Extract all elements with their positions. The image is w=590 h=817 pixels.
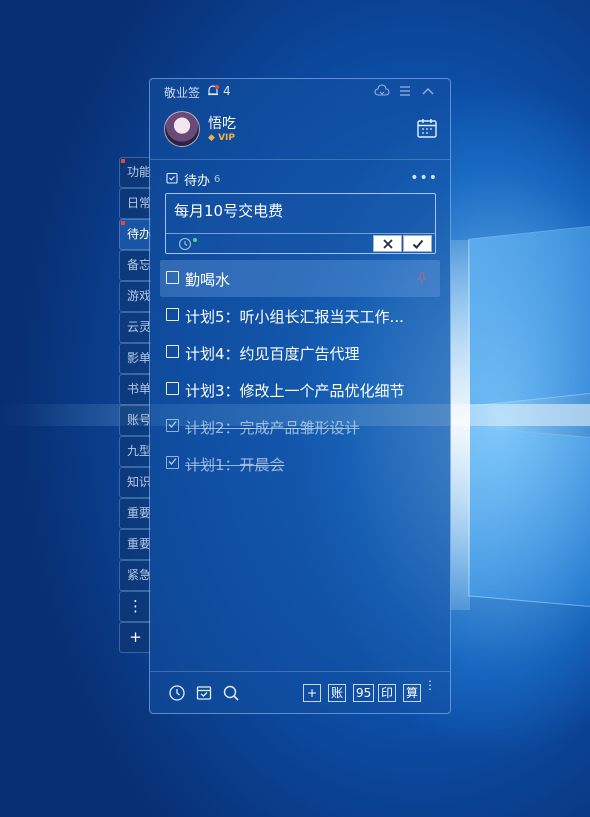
todo-item[interactable]: 计划1：开晨会 — [160, 445, 440, 482]
pin-icon[interactable] — [416, 272, 428, 284]
category-tab[interactable]: 书单 — [119, 374, 151, 405]
footer-more-button[interactable]: ⋮ — [424, 679, 436, 691]
flag-marker — [121, 221, 125, 225]
category-tabs: 功能 日常 待办 备忘 游戏 云灵 影单 书单 账号 九型 知识 重要 重要 紧急 ⋮ + — [119, 157, 151, 653]
category-tab[interactable]: 云灵 — [119, 312, 151, 343]
section-more-button[interactable]: ••• — [410, 170, 438, 186]
record-95-button[interactable]: 95 — [353, 684, 375, 702]
category-tab-label: 书单 — [127, 382, 151, 396]
checkmark-icon — [168, 421, 177, 428]
add-note-button[interactable]: + — [303, 684, 321, 702]
confirm-button[interactable] — [403, 235, 432, 252]
category-tab-label: 重要 — [127, 506, 151, 520]
todo-item[interactable]: 计划2：完成产品雏形设计 — [160, 408, 440, 445]
cloud-sync-icon[interactable] — [374, 83, 390, 99]
todo-text: 勤喝水 — [185, 271, 231, 289]
todo-checkbox[interactable] — [166, 308, 179, 321]
cancel-button[interactable] — [373, 235, 402, 252]
todo-checkbox[interactable] — [166, 345, 179, 358]
category-tab-label: 云灵 — [127, 320, 151, 334]
editor-input[interactable]: 每月10号交电费 — [174, 200, 283, 221]
diamond-icon: ◆ — [208, 133, 215, 143]
category-tab[interactable]: 待办 — [119, 219, 151, 250]
account-button[interactable]: 账 — [328, 684, 347, 702]
add-category-button[interactable]: + — [119, 622, 151, 653]
menu-icon[interactable] — [397, 83, 413, 99]
todo-checkbox[interactable] — [166, 271, 179, 284]
todo-text: 计划5：听小组长汇报当天工作... — [185, 308, 404, 326]
category-tab-label: 知识 — [127, 475, 151, 489]
category-tab-label: 日常 — [127, 196, 151, 210]
avatar[interactable] — [164, 111, 200, 147]
search-icon[interactable] — [222, 684, 240, 702]
print-button[interactable]: 印 — [378, 684, 397, 702]
todo-item[interactable]: 计划3：修改上一个产品优化细节 — [160, 371, 440, 408]
notification-count: 4 — [223, 84, 231, 98]
todo-text: 计划3：修改上一个产品优化细节 — [185, 382, 405, 400]
collapse-icon[interactable] — [420, 83, 436, 99]
category-tab[interactable]: 重要 — [119, 498, 151, 529]
category-tab-label: 功能 — [127, 165, 151, 179]
category-tab-label: 备忘 — [127, 258, 151, 272]
category-tab[interactable]: 重要 — [119, 529, 151, 560]
section-title: 待办 — [184, 174, 211, 189]
category-tab-label: 影单 — [127, 351, 151, 365]
category-tab[interactable]: 九型 — [119, 436, 151, 467]
todo-checkbox[interactable] — [166, 382, 179, 395]
category-tab[interactable]: 功能 — [119, 157, 151, 188]
category-tab-label: 待办 — [127, 227, 151, 241]
section-header: 待办 6 ••• — [166, 170, 438, 189]
todo-text: 计划4：约见百度广告代理 — [185, 345, 360, 363]
todo-icon — [166, 172, 178, 184]
status-dot — [193, 238, 197, 242]
title-bar: 敬业签 4 — [150, 79, 450, 105]
divider — [150, 159, 450, 160]
section-count: 6 — [214, 174, 221, 185]
bell-icon[interactable] — [206, 84, 220, 98]
calendar-icon[interactable] — [416, 117, 438, 139]
category-tab[interactable]: 游戏 — [119, 281, 151, 312]
close-icon — [383, 239, 393, 249]
category-tab[interactable]: 影单 — [119, 343, 151, 374]
username: 悟吃 — [208, 116, 236, 132]
todo-item[interactable]: 勤喝水 — [160, 260, 440, 297]
user-profile[interactable]: 悟吃 ◆ VIP — [164, 111, 438, 151]
category-tab[interactable]: 日常 — [119, 188, 151, 219]
category-tab-label: 紧急 — [127, 568, 151, 582]
editor-toolbar — [166, 233, 435, 253]
archive-icon[interactable] — [195, 684, 213, 702]
todo-text: 计划1：开晨会 — [185, 456, 285, 474]
category-tab[interactable]: 备忘 — [119, 250, 151, 281]
checkmark-icon — [168, 458, 177, 465]
vip-badge: ◆ VIP — [208, 133, 235, 143]
notes-panel: 敬业签 4 悟吃 ◆ VIP 待办 6 ••• 每月10号交电费 勤喝水 计划5… — [149, 78, 451, 714]
category-tab-label: 九型 — [127, 444, 151, 458]
category-tab[interactable]: 账号 — [119, 405, 151, 436]
todo-item[interactable]: 计划5：听小组长汇报当天工作... — [160, 297, 440, 334]
clock-icon[interactable] — [168, 684, 186, 702]
footer-toolbar: + 账 95 印算 ⋮ — [150, 671, 450, 713]
todo-text: 计划2：完成产品雏形设计 — [185, 419, 360, 437]
more-categories-button[interactable]: ⋮ — [119, 591, 151, 622]
todo-item[interactable]: 计划4：约见百度广告代理 — [160, 334, 440, 371]
category-tab-label: 账号 — [127, 413, 151, 427]
todo-list: 勤喝水计划5：听小组长汇报当天工作... 计划4：约见百度广告代理计划3：修改上一… — [160, 260, 440, 482]
app-name: 敬业签 — [164, 86, 201, 100]
note-editor[interactable]: 每月10号交电费 — [165, 193, 436, 254]
calculator-button[interactable]: 算 — [403, 684, 422, 702]
category-tab[interactable]: 知识 — [119, 467, 151, 498]
category-tab-label: 游戏 — [127, 289, 151, 303]
category-tab[interactable]: 紧急 — [119, 560, 151, 591]
category-tab-label: 重要 — [127, 537, 151, 551]
flag-marker — [121, 159, 125, 163]
check-icon — [412, 239, 424, 249]
reminder-clock-icon[interactable] — [178, 237, 192, 251]
